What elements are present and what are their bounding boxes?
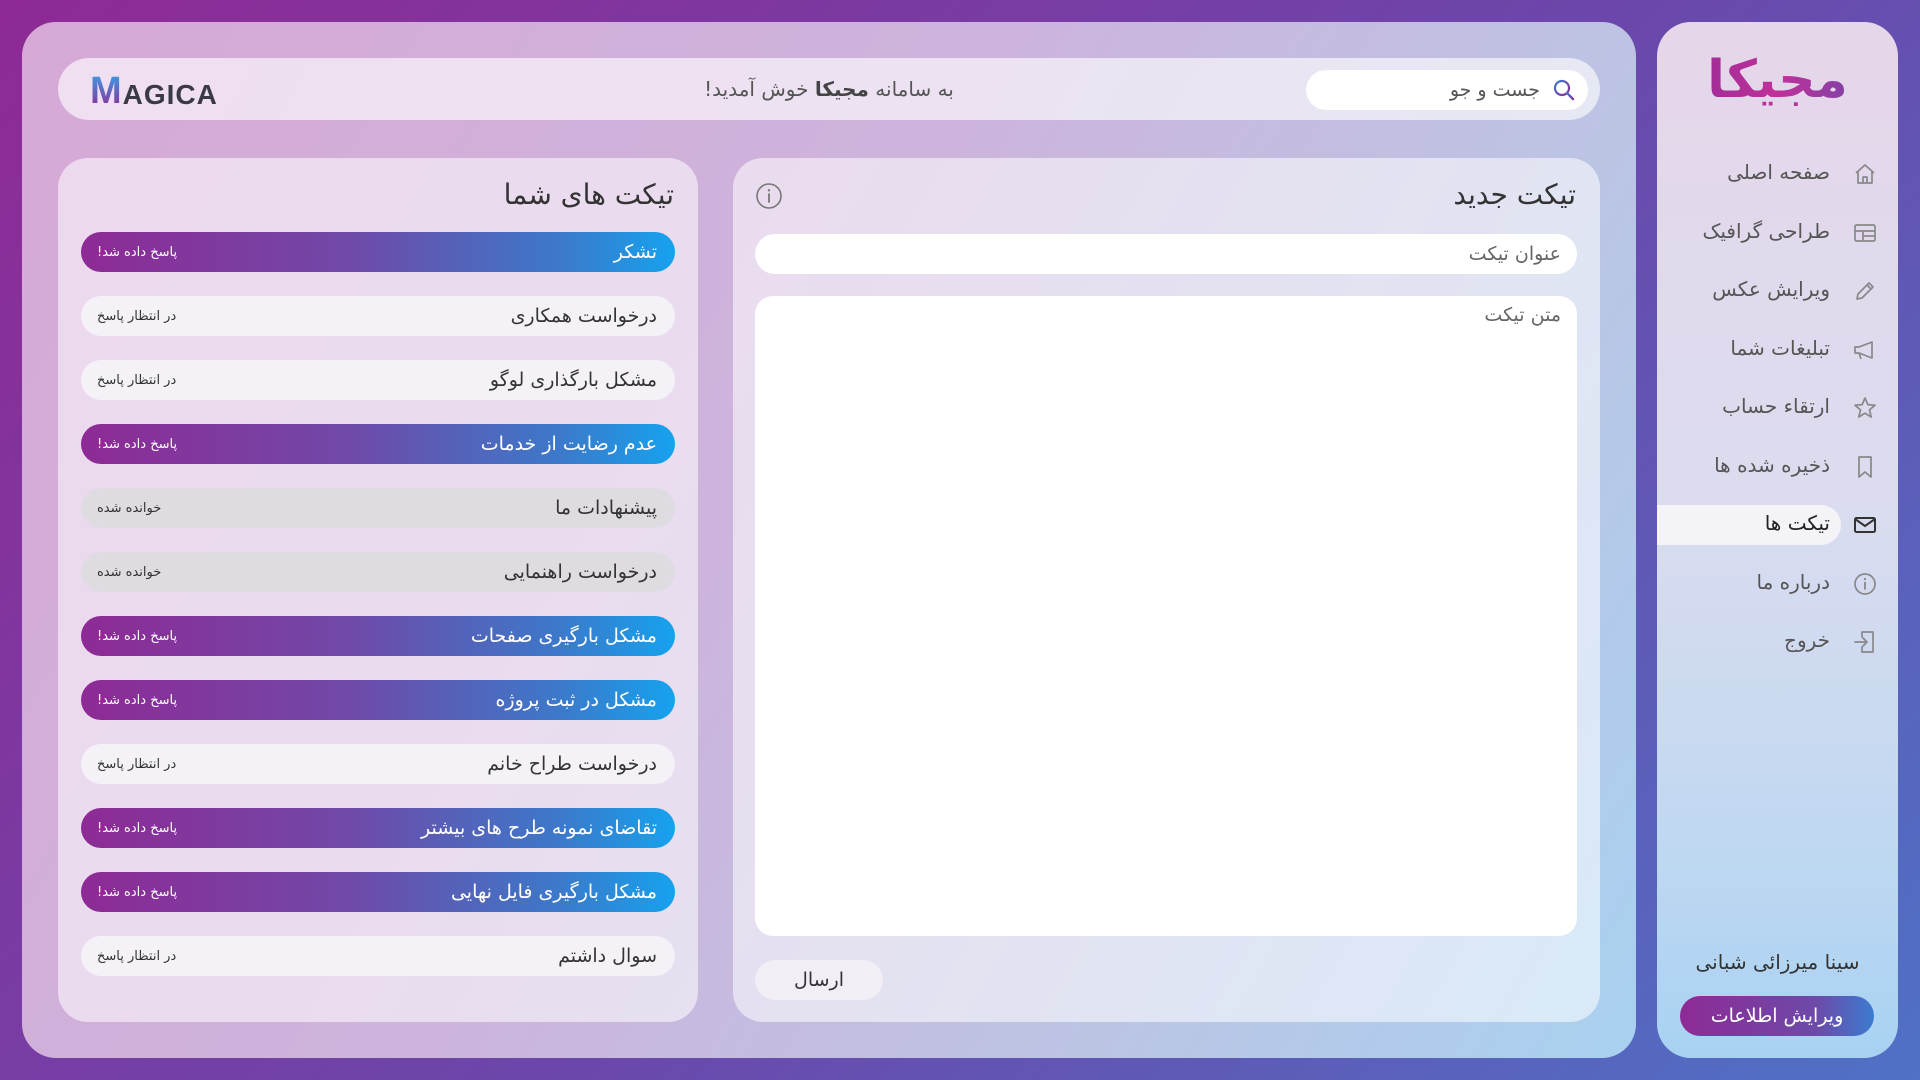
ticket-row[interactable]: تشکر پاسخ داده شد! [81, 232, 675, 272]
sidebar-item-star[interactable]: ارتقاء حساب [1657, 388, 1898, 428]
sidebar-item-label: طراحی گرافیک [1702, 218, 1830, 243]
ticket-name: مشکل بارگیری فایل نهایی [450, 881, 657, 903]
ticket-name: تقاضای نمونه طرح های بیشتر [421, 817, 657, 839]
main-panel: MAGICA به سامانه مجیکا خوش آمدید! تیکت ج… [22, 22, 1636, 1058]
ticket-status: پاسخ داده شد! [97, 884, 178, 900]
top-bar: M AGICA به سامانه مجیکا خوش آمدید! [58, 58, 1600, 120]
ticket-status: پاسخ داده شد! [97, 436, 178, 452]
your-tickets-title: تیکت های شما [503, 178, 674, 211]
ticket-name: تشکر [613, 241, 657, 263]
ticket-status: در انتظار پاسخ [97, 756, 177, 772]
sidebar: مجیکا صفحه اصلی طراحی گرافیک ویرایش عکس تبل… [1657, 22, 1898, 1058]
star-icon [1852, 395, 1878, 421]
sidebar-item-label: خروج [1784, 628, 1830, 652]
info-icon [1852, 571, 1878, 597]
ticket-status: در انتظار پاسخ [97, 308, 177, 324]
ticket-row[interactable]: مشکل بارگیری صفحات پاسخ داده شد! [81, 616, 675, 656]
ticket-status: در انتظار پاسخ [97, 372, 177, 388]
ticket-list: تشکر پاسخ داده شد! درخواست همکاری در انتظار… [81, 232, 675, 1000]
ticket-row[interactable]: عدم رضایت از خدمات پاسخ داده شد! [81, 424, 675, 464]
sidebar-item-layout[interactable]: طراحی گرافیک [1657, 213, 1898, 253]
ticket-row[interactable]: مشکل بارگذاری لوگو در انتظار پاسخ [81, 360, 675, 400]
layout-icon [1852, 220, 1878, 246]
ticket-status: پاسخ داده شد! [97, 628, 178, 644]
ticket-status: خوانده شده [97, 500, 162, 516]
ticket-name: مشکل در ثبت پروژه [495, 689, 657, 711]
search-box [1306, 70, 1588, 110]
ticket-status: پاسخ داده شد! [97, 244, 178, 260]
sidebar-item-bookmark[interactable]: ذخیره شده ها [1657, 447, 1898, 487]
ticket-status: خوانده شده [97, 564, 162, 580]
ticket-row[interactable]: مشکل در ثبت پروژه پاسخ داده شد! [81, 680, 675, 720]
pencil-icon [1852, 278, 1878, 304]
sidebar-item-envelope[interactable]: تیکت ها [1657, 505, 1898, 545]
brand-logo-fa[interactable]: مجیکا [1657, 50, 1898, 110]
sidebar-item-label: ویرایش عکس [1712, 277, 1830, 301]
ticket-row[interactable]: درخواست طراح خانم در انتظار پاسخ [81, 744, 675, 784]
envelope-icon [1852, 512, 1878, 538]
ticket-body-textarea[interactable] [755, 296, 1577, 936]
ticket-name: مشکل بارگذاری لوگو [489, 369, 657, 391]
send-button[interactable]: ارسال [755, 960, 883, 1000]
sidebar-item-label: تیکت ها [1764, 511, 1830, 535]
ticket-name: درخواست طراح خانم [487, 753, 657, 775]
ticket-row[interactable]: مشکل بارگیری فایل نهایی پاسخ داده شد! [81, 872, 675, 912]
new-ticket-card: تیکت جدید ارسال [733, 158, 1600, 1022]
sidebar-item-pencil[interactable]: ویرایش عکس [1657, 271, 1898, 311]
ticket-row[interactable]: درخواست راهنمایی خوانده شده [81, 552, 675, 592]
ticket-name: پیشنهادات ما [555, 497, 657, 519]
bookmark-icon [1852, 454, 1878, 480]
ticket-name: درخواست راهنمایی [503, 561, 657, 583]
sidebar-item-label: صفحه اصلی [1727, 160, 1830, 184]
logo-initial: M [90, 70, 123, 112]
logout-icon [1852, 629, 1878, 655]
sidebar-item-label: درباره ما [1756, 569, 1830, 594]
user-name: سینا میرزائی شبانی [1695, 950, 1860, 974]
info-icon[interactable] [755, 182, 783, 210]
ticket-name: درخواست همکاری [510, 305, 657, 327]
ticket-name: سوال داشتم [558, 945, 657, 967]
ticket-status: پاسخ داده شد! [97, 692, 178, 708]
sidebar-nav: صفحه اصلی طراحی گرافیک ویرایش عکس تبلیغات ش… [1657, 154, 1898, 681]
ticket-row[interactable]: پیشنهادات ما خوانده شده [81, 488, 675, 528]
sidebar-item-label: تبلیغات شما [1730, 335, 1830, 360]
logo-rest: AGICA [122, 79, 218, 110]
ticket-status: پاسخ داده شد! [97, 820, 178, 836]
megaphone-icon [1852, 337, 1878, 363]
edit-info-button[interactable]: ویرایش اطلاعات [1680, 996, 1874, 1036]
sidebar-item-label: ذخیره شده ها [1714, 452, 1830, 477]
sidebar-item-logout[interactable]: خروج [1657, 622, 1898, 662]
ticket-row[interactable]: تقاضای نمونه طرح های بیشتر پاسخ داده شد! [81, 808, 675, 848]
sidebar-item-megaphone[interactable]: تبلیغات شما [1657, 330, 1898, 370]
ticket-name: مشکل بارگیری صفحات [470, 625, 657, 647]
brand-logo-en[interactable]: M AGICA [90, 70, 218, 110]
sidebar-item-home[interactable]: صفحه اصلی [1657, 154, 1898, 194]
ticket-status: در انتظار پاسخ [97, 948, 177, 964]
home-icon [1852, 161, 1878, 187]
ticket-subject-input[interactable] [755, 234, 1577, 274]
ticket-name: عدم رضایت از خدمات [480, 433, 657, 455]
your-tickets-card: تیکت های شما تشکر پاسخ داده شد! درخواست هم… [58, 158, 698, 1022]
search-input[interactable] [1320, 70, 1540, 110]
search-icon[interactable] [1552, 78, 1576, 102]
sidebar-item-info[interactable]: درباره ما [1657, 564, 1898, 604]
ticket-row[interactable]: سوال داشتم در انتظار پاسخ [81, 936, 675, 976]
new-ticket-title: تیکت جدید [1453, 178, 1576, 211]
ticket-row[interactable]: درخواست همکاری در انتظار پاسخ [81, 296, 675, 336]
sidebar-item-label: ارتقاء حساب [1722, 394, 1830, 418]
